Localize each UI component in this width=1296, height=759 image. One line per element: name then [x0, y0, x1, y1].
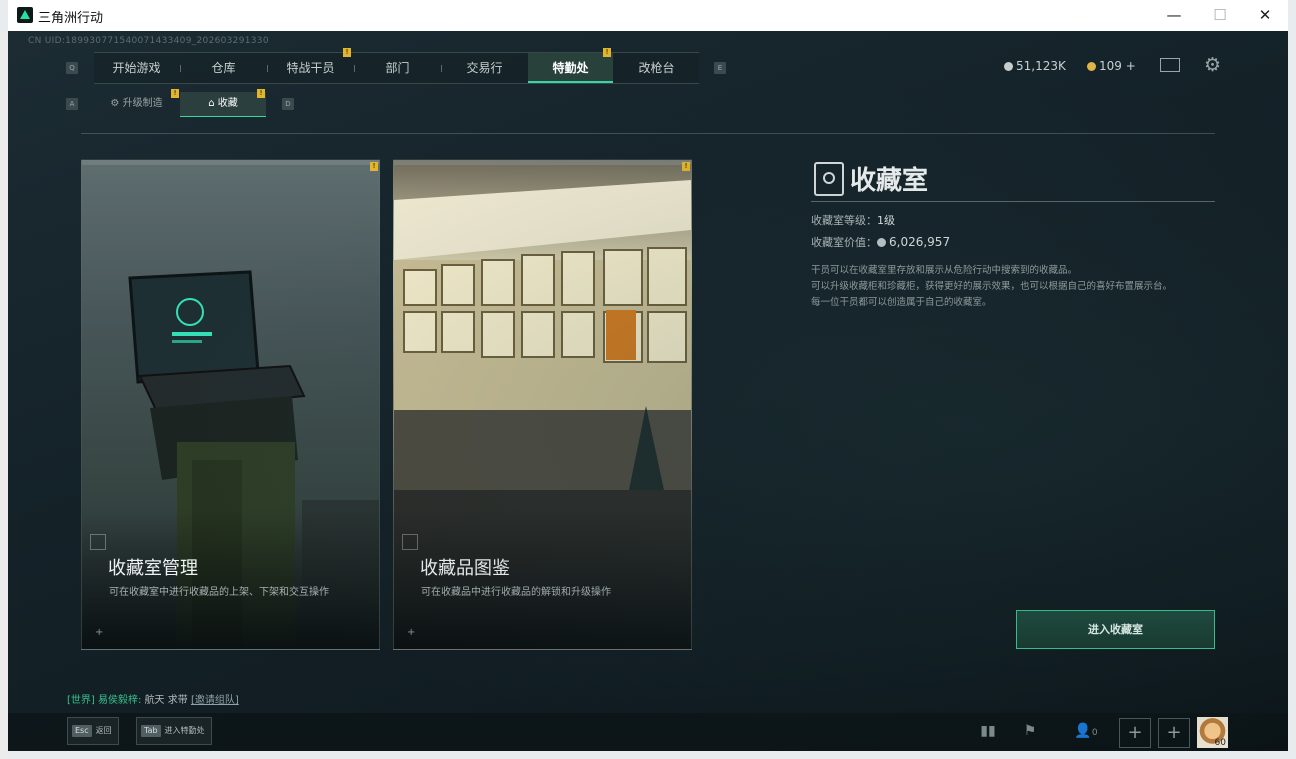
operators-badge: ! [343, 48, 351, 57]
chat-channel: [世界] [67, 695, 95, 706]
panel-title: 收藏室 [850, 166, 929, 196]
mail-icon[interactable] [1160, 58, 1180, 72]
settings-gear-icon[interactable]: ⚙ [1204, 54, 1221, 76]
subnav-next-key: D [282, 98, 294, 110]
friends-button[interactable]: 👤0 [1066, 718, 1106, 744]
flag-icon[interactable]: ⚑ [1014, 718, 1046, 744]
subtab-collection-label: 收藏 [217, 98, 238, 109]
plus-icon: + [95, 627, 104, 638]
card-title: 收藏品图鉴 [420, 558, 510, 579]
upgrade-icon: ⚙ [110, 98, 123, 109]
window-title: 三角洲行动 [38, 11, 104, 26]
room-value-label: 收藏室价值： [811, 236, 877, 249]
room-level: 收藏室等级：1级 [811, 212, 895, 228]
minimize-button[interactable]: — [1151, 0, 1197, 31]
desc-line: 可以升级收藏柜和珍藏柜，获得更好的展示效果，也可以根据自己的喜好布置展示台。 [811, 281, 1173, 292]
gold-currency[interactable]: 109 + [1087, 59, 1136, 73]
chat-user: 易侯毅梓: [98, 695, 142, 706]
card-collection-management[interactable]: 收藏室管理 可在收藏室中进行收藏品的上架、下架和交互操作 + [81, 159, 380, 650]
card-collection-catalog[interactable]: 收藏品图鉴 可在收藏品中进行收藏品的解锁和升级操作 + [393, 159, 692, 650]
tab-trading[interactable]: 交易行 [442, 53, 527, 83]
back-button[interactable]: Esc 返回 [67, 717, 119, 745]
close-button[interactable]: ✕ [1242, 0, 1288, 31]
tab-warehouse[interactable]: 仓库 [181, 53, 266, 83]
card-description: 可在收藏室中进行收藏品的上架、下架和交互操作 [109, 587, 329, 598]
player-level: 60 [1214, 738, 1226, 748]
divider-line [81, 133, 1215, 134]
card2-badge: ! [682, 162, 690, 171]
tab-department[interactable]: 部门 [355, 53, 440, 83]
upgrade-badge: ! [171, 89, 179, 98]
gold-add-icon: + [1125, 59, 1136, 73]
collection-icon: ⌂ [208, 98, 218, 109]
subtab-collection[interactable]: ⌂ 收藏 [180, 92, 266, 117]
enter-special-ops-button[interactable]: Tab 进入特勤处 [136, 717, 212, 745]
friends-icon: 👤 [1074, 723, 1092, 739]
card-title: 收藏室管理 [108, 558, 198, 579]
tab-special-ops[interactable]: 特勤处 [528, 53, 613, 83]
room-value-amount: 6,026,957 [889, 235, 951, 249]
desc-line: 每一位干员都可以创造属于自己的收藏室。 [811, 297, 992, 308]
nav-prev-key: Q [66, 62, 78, 74]
gold-amount: 109 [1099, 59, 1122, 73]
subtab-upgrade-label: 升级制造 [122, 98, 163, 109]
collection-room-icon [814, 162, 844, 196]
panel-divider [811, 201, 1215, 202]
room-level-label: 收藏室等级： [811, 214, 877, 227]
tab-start-game[interactable]: 开始游戏 [94, 53, 179, 83]
subtab-upgrade[interactable]: ⚙ 升级制造 [94, 92, 179, 116]
add-teammate-slot-2[interactable]: + [1158, 718, 1190, 748]
plus-icon: + [407, 627, 416, 638]
tab-key: Tab [141, 725, 161, 737]
window-titlebar: 三角洲行动 — ☐ ✕ [8, 0, 1288, 32]
silver-coin-icon [877, 235, 889, 249]
chat-message: [世界] 易侯毅梓: 航天 求带 [邀请组队] [67, 691, 239, 706]
card-description: 可在收藏品中进行收藏品的解锁和升级操作 [421, 587, 611, 598]
collection-badge: ! [257, 89, 265, 98]
silver-coin-icon [1004, 62, 1013, 71]
add-teammate-slot-1[interactable]: + [1119, 718, 1151, 748]
silver-currency: 51,123K [1004, 59, 1066, 73]
game-viewport: CN UID:1899307715400714334​09_2026032913… [8, 31, 1288, 751]
enter-collection-button[interactable]: 进入收藏室 [1016, 610, 1215, 649]
subnav-prev-key: A [66, 98, 78, 110]
expand-icon[interactable] [402, 534, 418, 550]
friends-count: 0 [1091, 728, 1098, 738]
panel-description: 干员可以在收藏室里存放和展示从危险行动中搜索到的收藏品。 可以升级收藏柜和珍藏柜… [811, 263, 1211, 311]
expand-icon[interactable] [90, 534, 106, 550]
back-label: 返回 [95, 726, 112, 735]
chat-text: 航天 求带 [144, 695, 188, 706]
nav-next-key: E [714, 62, 726, 74]
invite-team-link[interactable]: [邀请组队] [191, 695, 239, 706]
room-value: 收藏室价值： 6,026,957 [811, 234, 950, 250]
room-level-value: 1级 [877, 214, 895, 227]
gold-coin-icon [1087, 62, 1096, 71]
desktop-edge [0, 31, 8, 759]
app-logo-icon [17, 7, 33, 23]
esc-key: Esc [72, 725, 92, 737]
uid-text: CN UID:1899307715400714334​09_2026032913… [28, 36, 269, 46]
stats-chart-icon[interactable]: ▮▮ [972, 718, 1004, 744]
tab-operators[interactable]: 特战干员 [268, 53, 353, 83]
tab-gunsmith[interactable]: 改枪台 [614, 53, 699, 83]
maximize-button[interactable]: ☐ [1197, 0, 1243, 31]
silver-amount: 51,123K [1016, 59, 1066, 73]
card1-badge: ! [370, 162, 378, 171]
player-avatar[interactable]: 60 [1197, 717, 1228, 748]
special-ops-badge: ! [603, 48, 611, 57]
enter-special-ops-label: 进入特勤处 [164, 726, 205, 735]
desc-line: 干员可以在收藏室里存放和展示从危险行动中搜索到的收藏品。 [811, 265, 1078, 276]
